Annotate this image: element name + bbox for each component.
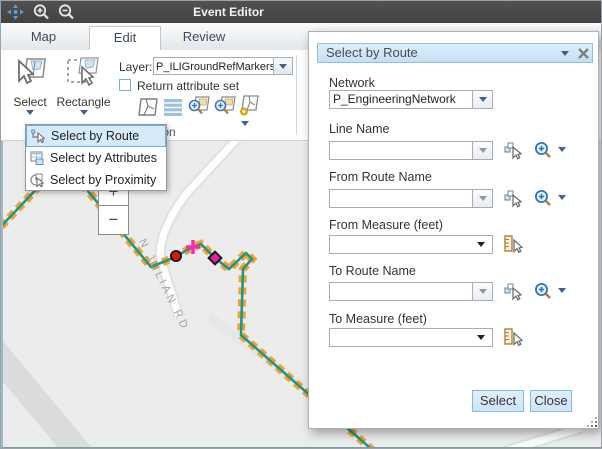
app-title: Event Editor xyxy=(161,1,296,23)
to-measure-pick-icon[interactable] xyxy=(504,328,523,347)
tab-edit[interactable]: Edit xyxy=(89,26,161,50)
selectable-layers-caret-icon[interactable] xyxy=(241,121,249,126)
layer-label: Layer: xyxy=(119,60,152,74)
tab-review[interactable]: Review xyxy=(173,23,235,50)
from-route-select-on-map-icon[interactable] xyxy=(504,190,522,208)
from-measure-pick-icon[interactable] xyxy=(504,235,523,254)
pan-icon[interactable] xyxy=(6,3,25,21)
line-name-select-on-map-icon[interactable] xyxy=(504,142,522,160)
from-route-dropdown-button[interactable] xyxy=(473,189,493,208)
chevron-down-icon xyxy=(479,148,487,153)
zoom-out-icon[interactable] xyxy=(57,3,76,21)
select-by-route-panel: Select by Route Network P_EngineeringNet… xyxy=(308,31,599,429)
menu-item-select-by-attributes[interactable]: Select by Attributes xyxy=(26,147,166,169)
attributes-table-icon[interactable] xyxy=(163,98,183,116)
menu-item-label: Select by Attributes xyxy=(50,151,157,165)
menu-item-select-by-route[interactable]: Select by Route xyxy=(26,125,166,147)
menu-item-label: Select by Route xyxy=(51,129,139,143)
event-editor-window: N JULIAN RD + − xyxy=(0,0,602,449)
line-name-label: Line Name xyxy=(329,122,389,136)
from-route-combobox[interactable] xyxy=(329,189,473,208)
chevron-down-icon xyxy=(479,97,487,102)
line-name-dropdown-button[interactable] xyxy=(473,141,493,160)
close-icon[interactable] xyxy=(577,47,590,60)
line-name-zoom-caret-icon[interactable] xyxy=(558,147,566,152)
from-route-zoom-caret-icon[interactable] xyxy=(558,195,566,200)
zoom-in-icon[interactable] xyxy=(32,3,51,21)
selectable-layers-icon[interactable] xyxy=(238,95,259,118)
select-button[interactable]: Select xyxy=(472,390,524,412)
to-route-dropdown-button[interactable] xyxy=(473,282,493,301)
route-select-icon xyxy=(31,129,45,143)
titlebar: Event Editor xyxy=(1,1,602,23)
to-route-zoom-lookup-icon[interactable] xyxy=(534,282,553,301)
menu-item-label: Select by Proximity xyxy=(50,173,156,187)
close-button[interactable]: Close xyxy=(530,390,572,412)
chevron-down-icon xyxy=(279,64,287,69)
from-measure-caret-icon[interactable] xyxy=(477,242,485,247)
tab-map[interactable]: Map xyxy=(16,23,71,50)
from-measure-label: From Measure (feet) xyxy=(329,218,443,232)
select-tool-label[interactable]: Select xyxy=(7,95,53,109)
chevron-down-icon xyxy=(479,289,487,294)
ribbon-group-divider xyxy=(296,55,297,135)
resize-grip-icon[interactable] xyxy=(586,416,598,428)
zoom-to-selection-icon[interactable] xyxy=(187,96,210,118)
map-zoom-out-button[interactable]: − xyxy=(98,206,129,235)
return-attribute-set-label: Return attribute set xyxy=(137,79,239,93)
attributes-select-icon xyxy=(30,151,44,165)
line-name-combobox[interactable] xyxy=(329,141,473,160)
layer-dropdown-button[interactable] xyxy=(273,57,293,75)
select-tool-icon[interactable] xyxy=(13,57,47,87)
rectangle-tool-icon[interactable] xyxy=(65,57,99,87)
line-name-zoom-lookup-icon[interactable] xyxy=(534,141,553,160)
zoom-to-next-selection-icon[interactable] xyxy=(213,96,236,118)
chevron-down-icon xyxy=(479,196,487,201)
from-measure-combobox[interactable] xyxy=(329,235,493,254)
to-route-label: To Route Name xyxy=(329,264,416,278)
proximity-select-icon xyxy=(30,173,44,187)
rectangle-tool-label[interactable]: Rectangle xyxy=(56,95,111,109)
layer-combobox[interactable]: P_ILIGroundRefMarkers xyxy=(153,57,274,75)
select-features-icon[interactable] xyxy=(138,97,158,117)
network-label: Network xyxy=(329,76,375,90)
to-measure-combobox[interactable] xyxy=(329,328,493,347)
panel-collapse-caret-icon[interactable] xyxy=(561,51,569,56)
to-route-zoom-caret-icon[interactable] xyxy=(558,288,566,293)
select-tool-caret-icon[interactable] xyxy=(26,110,34,115)
return-attribute-set-checkbox[interactable] xyxy=(119,79,131,91)
from-route-label: From Route Name xyxy=(329,170,432,184)
from-route-zoom-lookup-icon[interactable] xyxy=(534,189,553,208)
to-route-combobox[interactable] xyxy=(329,282,473,301)
network-dropdown-button[interactable] xyxy=(473,90,493,109)
menu-item-select-by-proximity[interactable]: Select by Proximity xyxy=(26,169,166,191)
rectangle-tool-caret-icon[interactable] xyxy=(80,110,88,115)
to-measure-caret-icon[interactable] xyxy=(477,335,485,340)
to-route-select-on-map-icon[interactable] xyxy=(504,283,522,301)
panel-header[interactable]: Select by Route xyxy=(317,43,593,63)
select-dropdown-menu: Select by Route Select by Attributes Sel… xyxy=(25,124,167,191)
to-measure-label: To Measure (feet) xyxy=(329,312,427,326)
panel-title: Select by Route xyxy=(326,44,418,62)
network-combobox[interactable]: P_EngineeringNetwork xyxy=(329,90,473,109)
